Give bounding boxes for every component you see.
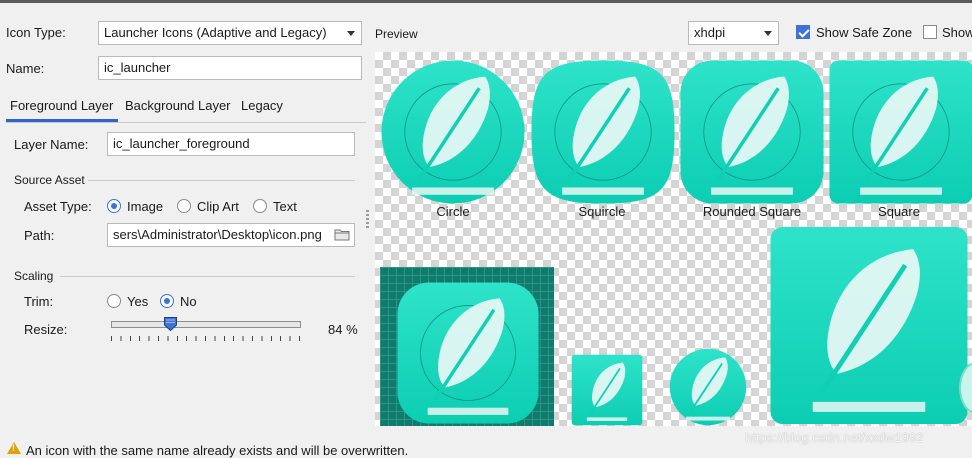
preview-icon-small-circle (669, 348, 747, 426)
layer-name-label: Layer Name: (14, 137, 89, 152)
source-asset-divider (88, 180, 355, 181)
scaling-title: Scaling (14, 269, 54, 283)
show-safe-zone-label: Show Safe Zone (816, 25, 913, 40)
folder-icon[interactable] (334, 228, 350, 241)
preview-icon-square (829, 60, 972, 204)
source-asset-title: Source Asset (14, 173, 85, 187)
icon-caption-circle: Circle (436, 204, 470, 219)
tab-legacy[interactable]: Legacy (241, 98, 283, 113)
icon-caption-rounded-square: Rounded Square (702, 204, 802, 219)
checkbox-checked-icon (796, 25, 810, 39)
warning-icon (7, 442, 21, 454)
icon-caption-squircle: Squircle (578, 204, 626, 219)
radio-label: Image (127, 199, 164, 214)
radio-label: Yes (127, 294, 149, 309)
resize-label: Resize: (24, 322, 68, 337)
trim-label: Trim: (24, 294, 54, 309)
slider-track (111, 321, 301, 328)
resize-slider[interactable] (111, 317, 301, 332)
path-label: Path: (24, 228, 55, 243)
safe-zone-grid-preview (380, 267, 554, 426)
checkbox-unchecked-icon (923, 25, 937, 39)
name-input[interactable]: ic_launcher (98, 56, 362, 80)
chevron-down-icon (764, 31, 772, 36)
preview-canvas: Circle Squircle Rounded Square Square (375, 52, 972, 426)
preview-title: Preview (375, 27, 418, 41)
radio-unselected-icon (177, 199, 191, 213)
preview-icon-grid (397, 282, 539, 424)
tab-divider (6, 122, 366, 123)
radio-selected-icon (107, 199, 121, 213)
radio-label: Text (273, 199, 297, 214)
icon-caption-square: Square (878, 204, 920, 219)
icon-type-label: Icon Type: (6, 25, 66, 40)
preview-icon-rounded-square (680, 60, 824, 204)
density-dropdown[interactable]: xhdpi (688, 21, 779, 45)
splitter-handle[interactable] (366, 210, 369, 228)
radio-selected-icon (160, 294, 174, 308)
preview-icon-circle (381, 60, 525, 204)
radio-label: Clip Art (197, 199, 239, 214)
tab-background-layer[interactable]: Background Layer (125, 98, 231, 113)
radio-unselected-icon (253, 199, 267, 213)
show-grid-label: Show (942, 25, 972, 40)
path-input[interactable]: sers\Administrator\Desktop\icon.png (107, 223, 355, 247)
layer-name-input[interactable]: ic_launcher_foreground (107, 132, 355, 156)
chevron-down-icon (347, 31, 355, 36)
window-top-border (0, 0, 972, 3)
preview-icon-large-square (770, 227, 968, 424)
radio-label: No (180, 294, 197, 309)
watermark-text: https://blog.csdn.net/xxdw1992 (745, 430, 924, 445)
slider-ticks (111, 336, 301, 341)
name-label: Name: (6, 61, 45, 76)
tab-foreground-layer[interactable]: Foreground Layer (10, 98, 113, 113)
preview-icon-small-square (571, 354, 643, 426)
icon-type-dropdown[interactable]: Launcher Icons (Adaptive and Legacy) (98, 21, 362, 45)
preview-icon-squircle (531, 60, 675, 204)
scaling-divider (60, 276, 355, 277)
radio-unselected-icon (107, 294, 121, 308)
icon-type-value: Launcher Icons (Adaptive and Legacy) (104, 25, 327, 40)
resize-percent-value: 84 % (328, 322, 358, 337)
asset-type-label: Asset Type: (24, 199, 92, 214)
slider-thumb[interactable] (164, 317, 178, 332)
density-value: xhdpi (694, 25, 726, 40)
